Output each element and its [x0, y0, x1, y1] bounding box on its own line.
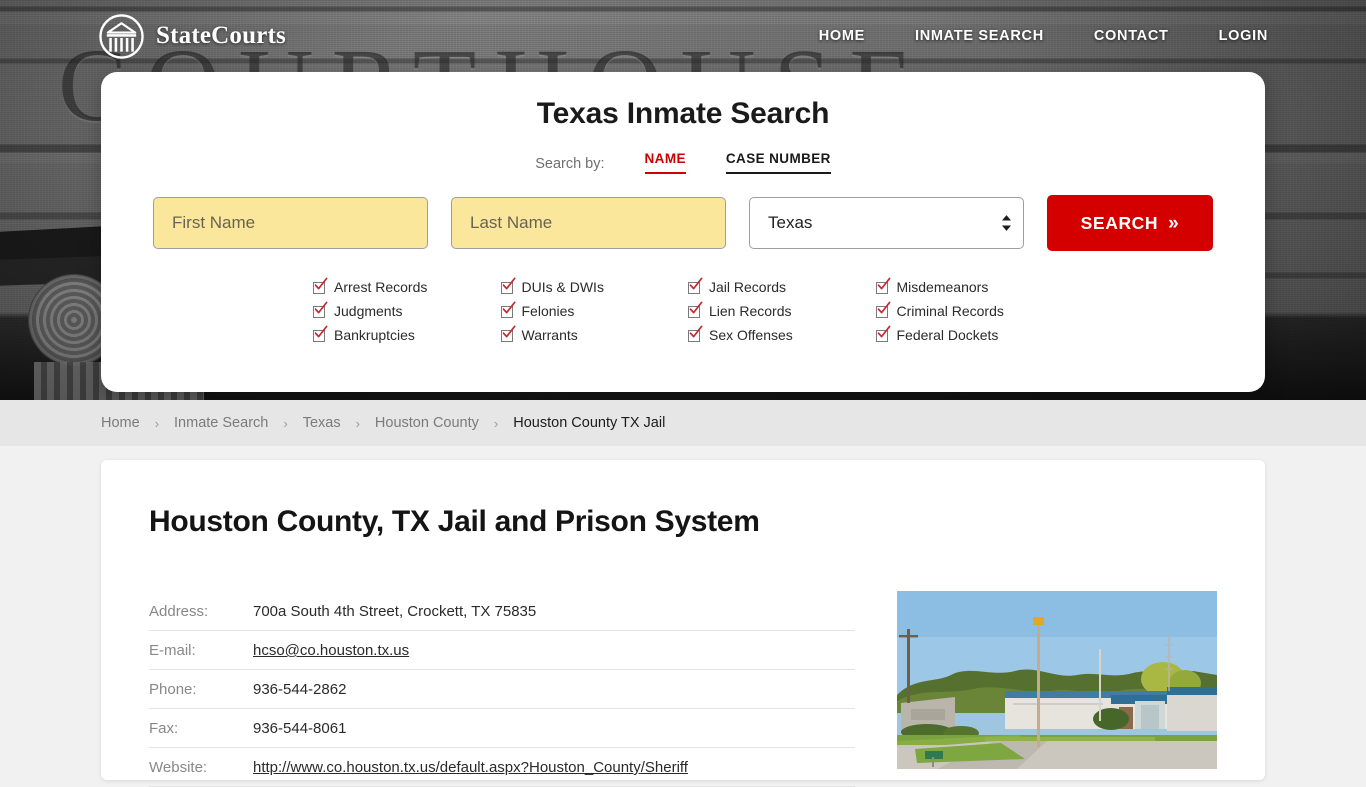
record-type-item[interactable]: Federal Dockets: [875, 323, 999, 347]
checked-checkbox-icon: [875, 301, 890, 318]
search-by-row: Search by: NAME CASE NUMBER: [101, 151, 1265, 174]
record-type-item[interactable]: Lien Records: [688, 299, 792, 323]
search-panel-title: Texas Inmate Search: [536, 97, 830, 130]
breadcrumb-bar: Home › Inmate Search › Texas › Houston C…: [0, 400, 1366, 446]
record-type-label: Misdemeanors: [896, 279, 989, 295]
breadcrumb-item-current: Houston County TX Jail: [513, 415, 666, 431]
nav-item-contact[interactable]: CONTACT: [1094, 28, 1169, 44]
record-type-item[interactable]: Felonies: [500, 299, 575, 323]
nav-item-inmate-search[interactable]: INMATE SEARCH: [915, 28, 1044, 44]
state-select-wrapper: [749, 197, 1024, 249]
record-type-item[interactable]: Arrest Records: [313, 275, 427, 299]
record-type-list: Arrest Records Judgments Bankruptcies DU…: [303, 275, 1063, 347]
tab-case-number[interactable]: CASE NUMBER: [725, 151, 831, 174]
detail-value: 700a South 4th Street, Crockett, TX 7583…: [253, 592, 855, 631]
record-type-label: Warrants: [521, 327, 578, 343]
table-row: Address: 700a South 4th Street, Crockett…: [149, 592, 855, 631]
state-select[interactable]: [749, 197, 1024, 249]
table-row: Fax: 936-544-8061: [149, 708, 855, 748]
chevron-right-icon: ›: [355, 415, 360, 431]
top-navigation-bar: StateCourts HOME INMATE SEARCH CONTACT L…: [0, 0, 1366, 72]
detail-value: hcso@co.houston.tx.us: [253, 630, 855, 670]
nav-item-home[interactable]: HOME: [819, 28, 865, 44]
detail-value: http://www.co.houston.tx.us/default.aspx…: [253, 747, 855, 787]
breadcrumb-item-inmate-search[interactable]: Inmate Search: [174, 415, 268, 431]
record-type-item[interactable]: Sex Offenses: [688, 323, 793, 347]
record-type-item[interactable]: DUIs & DWIs: [500, 275, 604, 299]
record-type-label: DUIs & DWIs: [521, 279, 604, 295]
nav-item-login[interactable]: LOGIN: [1219, 28, 1268, 44]
record-type-label: Bankruptcies: [334, 327, 415, 343]
double-chevron-right-icon: »: [1168, 212, 1180, 234]
checked-checkbox-icon: [500, 325, 515, 342]
last-name-input[interactable]: [451, 197, 726, 249]
checked-checkbox-icon: [500, 301, 515, 318]
chevron-right-icon: ›: [283, 415, 288, 431]
checked-checkbox-icon: [688, 325, 703, 342]
search-fields-row: SEARCH »: [101, 195, 1265, 251]
detail-label: Website:: [149, 747, 253, 787]
record-type-label: Judgments: [334, 303, 403, 319]
search-button-label: SEARCH: [1080, 212, 1159, 233]
record-type-label: Lien Records: [709, 303, 792, 319]
breadcrumb-item-houston-county[interactable]: Houston County: [375, 415, 479, 431]
breadcrumb-item-home[interactable]: Home: [101, 415, 140, 431]
checked-checkbox-icon: [313, 325, 328, 342]
main-nav: HOME INMATE SEARCH CONTACT LOGIN: [819, 28, 1268, 44]
checked-checkbox-icon: [313, 301, 328, 318]
record-type-item[interactable]: Bankruptcies: [313, 323, 415, 347]
inmate-search-panel: Texas Inmate Search Search by: NAME CASE…: [101, 72, 1265, 392]
checked-checkbox-icon: [313, 277, 328, 294]
table-row: Website: http://www.co.houston.tx.us/def…: [149, 747, 855, 787]
record-type-item[interactable]: Criminal Records: [875, 299, 1004, 323]
detail-label: Address:: [149, 592, 253, 631]
tab-name[interactable]: NAME: [644, 151, 686, 174]
record-type-item[interactable]: Misdemeanors: [875, 275, 989, 299]
hero-header: COURTHOUSE StateCourts HOME INMATE SEARC…: [0, 0, 1366, 400]
record-type-label: Jail Records: [709, 279, 787, 295]
record-type-label: Felonies: [521, 303, 575, 319]
breadcrumb-item-texas[interactable]: Texas: [303, 415, 341, 431]
chevron-right-icon: ›: [493, 415, 499, 431]
page-title: Houston County, TX Jail and Prison Syste…: [149, 505, 760, 538]
detail-label: Phone:: [149, 669, 253, 709]
table-row: Phone: 936-544-2862: [149, 669, 855, 709]
breadcrumb: Home › Inmate Search › Texas › Houston C…: [101, 415, 665, 431]
table-row: E-mail: hcso@co.houston.tx.us: [149, 630, 855, 670]
facility-details-table: Address: 700a South 4th Street, Crockett…: [149, 592, 855, 787]
checked-checkbox-icon: [875, 325, 890, 342]
detail-value: 936-544-8061: [253, 708, 855, 748]
record-type-label: Arrest Records: [334, 279, 428, 295]
checked-checkbox-icon: [500, 277, 515, 294]
record-type-item[interactable]: Jail Records: [688, 275, 786, 299]
detail-value: 936-544-2862: [253, 669, 855, 709]
record-type-item[interactable]: Judgments: [313, 299, 402, 323]
checked-checkbox-icon: [688, 301, 703, 318]
checked-checkbox-icon: [688, 277, 703, 294]
brand-logo-link[interactable]: StateCourts: [98, 13, 286, 60]
jail-building-photo: [897, 591, 1217, 769]
first-name-input[interactable]: [153, 197, 428, 249]
search-button[interactable]: SEARCH »: [1047, 195, 1213, 251]
content-card: Houston County, TX Jail and Prison Syste…: [101, 460, 1265, 787]
record-type-label: Criminal Records: [896, 303, 1004, 319]
detail-label: Fax:: [149, 708, 253, 748]
detail-label: E-mail:: [149, 630, 253, 670]
brand-name: StateCourts: [156, 22, 286, 49]
courthouse-logo-icon: [99, 13, 144, 59]
search-by-label: Search by:: [535, 156, 605, 172]
chevron-right-icon: ›: [154, 415, 160, 431]
checked-checkbox-icon: [875, 277, 890, 294]
record-type-label: Federal Dockets: [896, 327, 999, 343]
email-link[interactable]: hcso@co.houston.tx.us: [253, 642, 409, 659]
record-type-label: Sex Offenses: [709, 327, 793, 343]
record-type-item[interactable]: Warrants: [500, 323, 578, 347]
